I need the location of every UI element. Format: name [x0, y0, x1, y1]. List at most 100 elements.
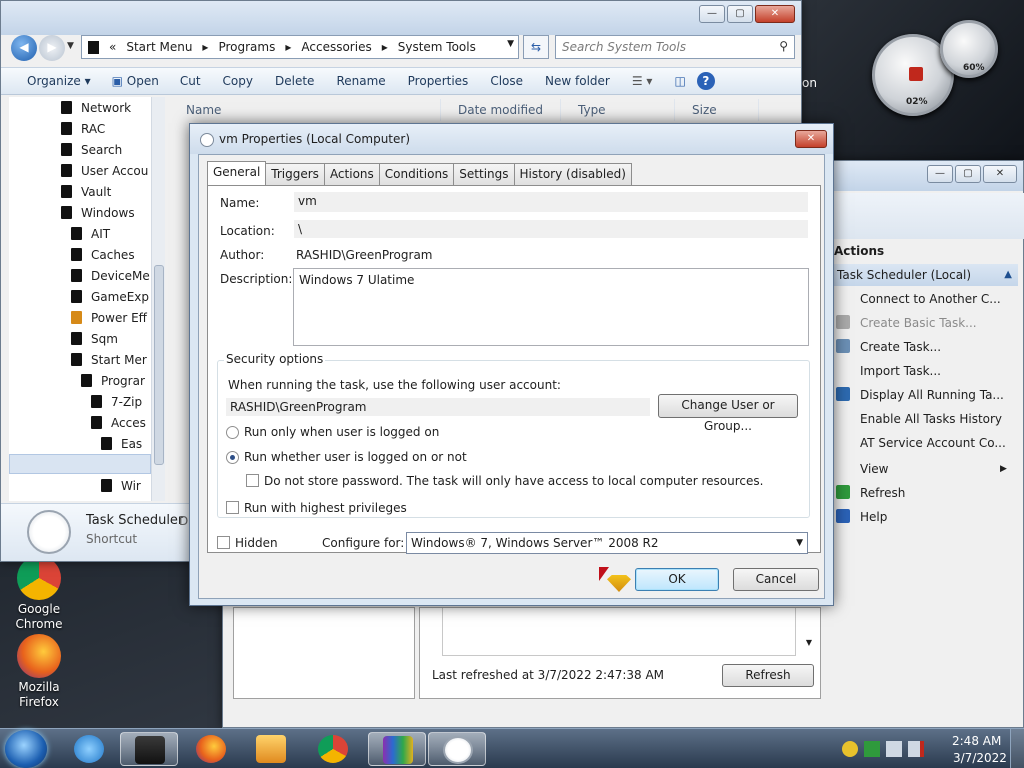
tree-item[interactable]: Wir	[101, 476, 141, 496]
close-button[interactable]: Close	[479, 74, 534, 88]
refresh-button[interactable]: Refresh	[722, 664, 814, 687]
mozilla-firefox-desktop-icon[interactable]: Mozilla Firefox	[2, 634, 76, 710]
run-only-logged-on-label[interactable]: Run only when user is logged on	[244, 425, 439, 439]
taskbar-task-scheduler[interactable]	[428, 732, 486, 766]
explorer-titlebar[interactable]: — ▢ ✕	[1, 1, 801, 35]
action-item[interactable]: View ▶	[830, 458, 1007, 480]
help-icon[interactable]: ?	[696, 72, 715, 90]
action-item[interactable]: Create Basic Task...	[830, 312, 977, 334]
run-only-logged-on-radio[interactable]	[226, 426, 239, 439]
tree-item[interactable]: Search	[61, 140, 122, 160]
change-user-button[interactable]: Change User or Group...	[658, 394, 798, 433]
run-whether-logged-on-radio[interactable]	[226, 451, 239, 464]
breadcrumb-accessories[interactable]: Accessories	[301, 40, 371, 54]
open-button[interactable]: ▣ Open	[102, 74, 169, 88]
tree-item[interactable]: Eas	[101, 434, 142, 454]
description-textarea[interactable]: Windows 7 Ulatime	[293, 268, 809, 346]
action-item[interactable]: AT Service Account Co...	[830, 432, 1006, 454]
tab-triggers[interactable]: Triggers	[265, 163, 325, 185]
breadcrumb-start-menu[interactable]: Start Menu	[126, 40, 192, 54]
hidden-label[interactable]: Hidden	[235, 536, 278, 550]
organize-button[interactable]: Organize ▾	[1, 74, 102, 88]
action-item[interactable]: Create Task...	[830, 336, 941, 358]
cut-button[interactable]: Cut	[169, 74, 212, 88]
address-dropdown-icon[interactable]: ▼	[507, 39, 514, 49]
tray-volume-icon[interactable]	[908, 741, 924, 757]
tree-item[interactable]: Network	[61, 98, 131, 118]
tray-warning-icon[interactable]	[842, 741, 858, 757]
delete-button[interactable]: Delete	[264, 74, 325, 88]
chevron-down-icon[interactable]: ▼	[796, 533, 803, 553]
start-button[interactable]	[5, 730, 47, 768]
tree-item[interactable]: 7-Zip	[91, 392, 142, 412]
tray-network-icon[interactable]	[886, 741, 902, 757]
tree-item[interactable]: Vault	[61, 182, 111, 202]
highest-privileges-label[interactable]: Run with highest privileges	[244, 501, 407, 515]
action-item[interactable]: Enable All Tasks History	[830, 408, 1002, 430]
column-type[interactable]: Type	[561, 99, 675, 121]
tree-item[interactable]: User Accou	[61, 161, 148, 181]
recent-pages-icon[interactable]: ▼	[67, 41, 74, 51]
refresh-address-button[interactable]: ⇆	[523, 35, 549, 59]
new-folder-button[interactable]: New folder	[534, 74, 621, 88]
tree-item[interactable]: RAC	[61, 119, 105, 139]
clock-time[interactable]: 2:48 AM	[952, 734, 1001, 748]
tab-conditions[interactable]: Conditions	[378, 163, 455, 185]
tree-item[interactable]: Sqm	[71, 329, 118, 349]
google-chrome-desktop-icon[interactable]: Google Chrome	[2, 556, 76, 632]
tray-shield-icon[interactable]	[864, 741, 880, 757]
tree-item[interactable]: Start Mer	[71, 350, 147, 370]
action-item[interactable]: Refresh	[830, 482, 905, 504]
tree-item[interactable]: Windows	[61, 203, 135, 223]
tab-actions[interactable]: Actions	[323, 163, 380, 185]
configure-for-select[interactable]: Windows® 7, Windows Server™ 2008 R2 ▼	[406, 532, 808, 554]
action-item[interactable]: Display All Running Ta...	[830, 384, 1004, 406]
dialog-close-icon[interactable]: ✕	[795, 130, 827, 148]
do-not-store-password-label[interactable]: Do not store password. The task will onl…	[264, 474, 763, 488]
do-not-store-password-checkbox[interactable]	[246, 474, 259, 487]
close-icon[interactable]: ✕	[755, 5, 795, 23]
maximize-icon[interactable]: ▢	[955, 165, 981, 183]
tree-item[interactable]: DeviceMe	[71, 266, 150, 286]
collapse-icon[interactable]: ▲	[1004, 264, 1012, 286]
tree-item[interactable]: Prograr	[81, 371, 145, 391]
memory-gauge-gadget[interactable]: 60%	[940, 20, 998, 78]
rename-button[interactable]: Rename	[325, 74, 396, 88]
tree-scroll-thumb[interactable]	[154, 265, 164, 465]
preview-pane-icon[interactable]: ◫	[663, 74, 696, 88]
taskbar-firefox[interactable]	[182, 732, 240, 766]
name-field[interactable]: vm	[294, 192, 808, 212]
ok-button[interactable]: OK	[635, 568, 719, 591]
tab-settings[interactable]: Settings	[453, 163, 515, 185]
show-desktop-button[interactable]	[1010, 729, 1024, 768]
view-options-icon[interactable]: ☰ ▾	[621, 74, 664, 88]
highest-privileges-checkbox[interactable]	[226, 501, 239, 514]
run-whether-logged-on-label[interactable]: Run whether user is logged on or not	[244, 450, 467, 464]
breadcrumb-system-tools[interactable]: System Tools	[398, 40, 476, 54]
minimize-icon[interactable]: —	[927, 165, 953, 183]
tree-item[interactable]: GameExp	[71, 287, 149, 307]
taskbar-media-player[interactable]	[242, 732, 300, 766]
taskbar-winrar[interactable]	[368, 732, 426, 766]
maximize-icon[interactable]: ▢	[727, 5, 753, 23]
tree-scrollbar[interactable]	[151, 97, 165, 501]
properties-button[interactable]: Properties	[397, 74, 480, 88]
action-item[interactable]: Import Task...	[830, 360, 941, 382]
hidden-checkbox[interactable]	[217, 536, 230, 549]
minimize-icon[interactable]: —	[699, 5, 725, 23]
clock-date[interactable]: 3/7/2022	[953, 751, 1007, 765]
copy-button[interactable]: Copy	[212, 74, 264, 88]
search-input[interactable]: Search System Tools ⚲	[555, 35, 795, 59]
dialog-titlebar[interactable]: vm Properties (Local Computer) ✕	[190, 124, 833, 154]
close-icon[interactable]: ✕	[983, 165, 1017, 183]
column-name[interactable]: Name	[169, 99, 441, 121]
address-bar[interactable]: « Start Menu ▸ Programs ▸ Accessories ▸ Sys…	[81, 35, 519, 59]
tab-history[interactable]: History (disabled)	[513, 163, 632, 185]
tree-item[interactable]: AIT	[71, 224, 110, 244]
taskbar-internet-explorer[interactable]	[60, 732, 118, 766]
scroll-down-icon[interactable]: ▼	[806, 638, 812, 647]
actions-section-header[interactable]: Task Scheduler (Local) ▲	[834, 264, 1018, 286]
breadcrumb-programs[interactable]: Programs	[218, 40, 275, 54]
taskbar-media-app[interactable]	[120, 732, 178, 766]
tab-general[interactable]: General	[207, 161, 267, 185]
